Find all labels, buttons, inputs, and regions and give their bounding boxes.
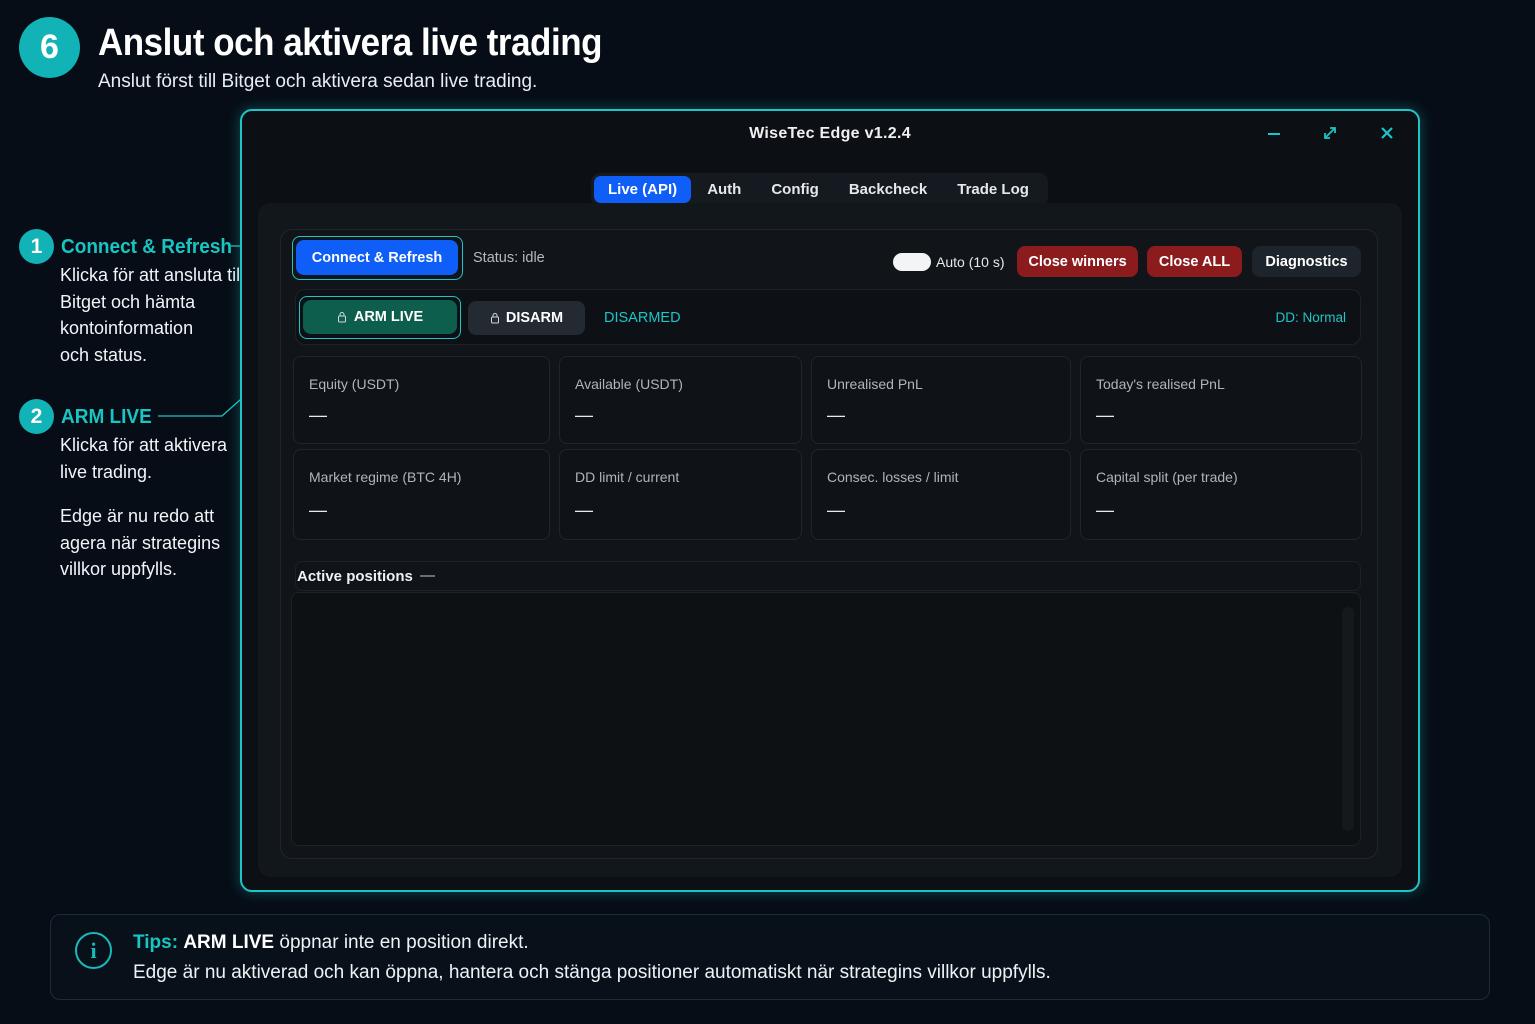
- tab-bar: Live (API) Auth Config Backcheck Trade L…: [591, 173, 1048, 206]
- arm-state-label: DISARMED: [604, 310, 681, 326]
- auto-refresh-toggle[interactable]: [893, 253, 931, 271]
- arm-highlight: ARM LIVE: [299, 296, 461, 339]
- dd-status-label: DD: Normal: [1275, 310, 1346, 325]
- card-value: —: [1096, 500, 1114, 520]
- positions-scrollbar[interactable]: [1342, 607, 1354, 831]
- consec-losses-card: Consec. losses / limit —: [811, 449, 1071, 540]
- annotation-2-extra-line: villkor uppfylls.: [60, 559, 178, 580]
- status-text: Status: idle: [473, 250, 545, 266]
- card-label: Equity (USDT): [309, 376, 400, 392]
- annotation-1-line: och status.: [60, 345, 148, 366]
- lock-icon: [490, 313, 499, 324]
- diagnostics-button[interactable]: Diagnostics: [1252, 246, 1361, 277]
- annotation-2-line: live trading.: [60, 461, 153, 482]
- card-value: —: [575, 405, 593, 425]
- annotation-2-number: 2: [19, 399, 54, 434]
- arm-live-label: ARM LIVE: [353, 309, 424, 325]
- tab-auth[interactable]: Auth: [693, 176, 755, 203]
- close-winners-button[interactable]: Close winners: [1017, 246, 1138, 277]
- unrealised-pnl-card: Unrealised PnL —: [811, 356, 1071, 444]
- arm-live-button[interactable]: ARM LIVE: [303, 300, 457, 334]
- app-window: WiseTec Edge v1.2.4 Live (API) Auth Conf…: [240, 109, 1420, 892]
- tab-config[interactable]: Config: [757, 176, 832, 203]
- card-label: DD limit / current: [575, 469, 680, 485]
- tips-line-1: Tips: ARM LIVE öppnar inte en position d…: [133, 932, 529, 954]
- lock-icon: [337, 312, 346, 323]
- available-card: Available (USDT) —: [559, 356, 802, 444]
- tips-line-1-rest: öppnar inte en position direkt.: [274, 932, 529, 953]
- dd-limit-card: DD limit / current —: [559, 449, 802, 540]
- annotation-1-line: Klicka för att ansluta till: [60, 265, 245, 285]
- minimize-icon[interactable]: [1260, 119, 1288, 147]
- annotation-2-title: ARM LIVE: [61, 406, 152, 428]
- card-value: —: [827, 500, 845, 520]
- connect-refresh-button[interactable]: Connect & Refresh: [296, 240, 458, 275]
- card-value: —: [309, 405, 327, 425]
- card-label: Available (USDT): [575, 376, 683, 392]
- annotation-1-number: 1: [19, 229, 54, 264]
- tips-line-2: Edge är nu aktiverad och kan öppna, hant…: [133, 962, 1051, 983]
- arm-control-row: ARM LIVE DISARM DISARMED DD: Normal: [295, 289, 1361, 345]
- card-value: —: [827, 405, 845, 425]
- annotation-2-extra-line: Edge är nu redo att: [60, 506, 215, 526]
- equity-card: Equity (USDT) —: [293, 356, 550, 444]
- active-positions-list: [291, 592, 1361, 846]
- page-subtitle: Anslut först till Bitget och aktivera se…: [98, 71, 538, 92]
- expand-icon[interactable]: [1316, 119, 1344, 147]
- annotation-2-extra-text: Edge är nu redo att agera när strategins…: [60, 503, 245, 583]
- close-all-button[interactable]: Close ALL: [1147, 246, 1242, 277]
- annotation-1-line: Bitget och hämta: [60, 291, 196, 312]
- annotation-1-title: Connect & Refresh: [61, 236, 233, 258]
- market-regime-card: Market regime (BTC 4H) —: [293, 449, 550, 540]
- step-number-badge: 6: [19, 17, 80, 78]
- card-label: Today's realised PnL: [1096, 376, 1225, 392]
- active-positions-header[interactable]: Active positions —: [295, 561, 1361, 591]
- auto-refresh-label: Auto (10 s): [936, 254, 1005, 270]
- tab-live-api[interactable]: Live (API): [594, 176, 692, 203]
- tab-trade-log[interactable]: Trade Log: [943, 176, 1043, 203]
- info-icon: i: [75, 932, 112, 969]
- realised-pnl-card: Today's realised PnL —: [1080, 356, 1362, 444]
- tips-label: Tips:: [133, 932, 179, 953]
- card-label: Unrealised PnL: [827, 376, 923, 392]
- active-positions-count: —: [420, 567, 435, 584]
- annotation-1-text: Klicka för att ansluta till Bitget och h…: [60, 262, 245, 369]
- app-title: WiseTec Edge v1.2.4: [749, 124, 911, 142]
- card-value: —: [1096, 405, 1114, 425]
- live-panel-inner: Connect & Refresh Status: idle Auto (10 …: [280, 229, 1378, 859]
- connect-highlight: Connect & Refresh: [292, 236, 463, 280]
- tab-backcheck[interactable]: Backcheck: [835, 176, 941, 203]
- annotation-2-text: Klicka för att aktivera live trading.: [60, 432, 245, 485]
- page-title: Anslut och aktivera live trading: [98, 22, 603, 64]
- annotation-1-line: kontoinformation: [60, 318, 194, 339]
- card-label: Capital split (per trade): [1096, 469, 1238, 485]
- tips-box: i Tips: ARM LIVE öppnar inte en position…: [50, 914, 1490, 1000]
- card-value: —: [309, 500, 327, 520]
- active-positions-title: Active positions: [297, 568, 413, 585]
- tips-strong: ARM LIVE: [183, 932, 275, 953]
- disarm-label: DISARM: [505, 310, 564, 326]
- capital-split-card: Capital split (per trade) —: [1080, 449, 1362, 540]
- live-panel: Connect & Refresh Status: idle Auto (10 …: [258, 203, 1402, 877]
- card-value: —: [575, 500, 593, 520]
- card-label: Consec. losses / limit: [827, 469, 959, 485]
- close-icon[interactable]: [1373, 119, 1401, 147]
- window-titlebar[interactable]: WiseTec Edge v1.2.4: [242, 111, 1418, 156]
- annotation-2-line: Klicka för att aktivera: [60, 435, 228, 455]
- card-label: Market regime (BTC 4H): [309, 469, 462, 485]
- disarm-button[interactable]: DISARM: [468, 301, 585, 335]
- annotation-2-extra-line: agera när strategins: [60, 532, 221, 553]
